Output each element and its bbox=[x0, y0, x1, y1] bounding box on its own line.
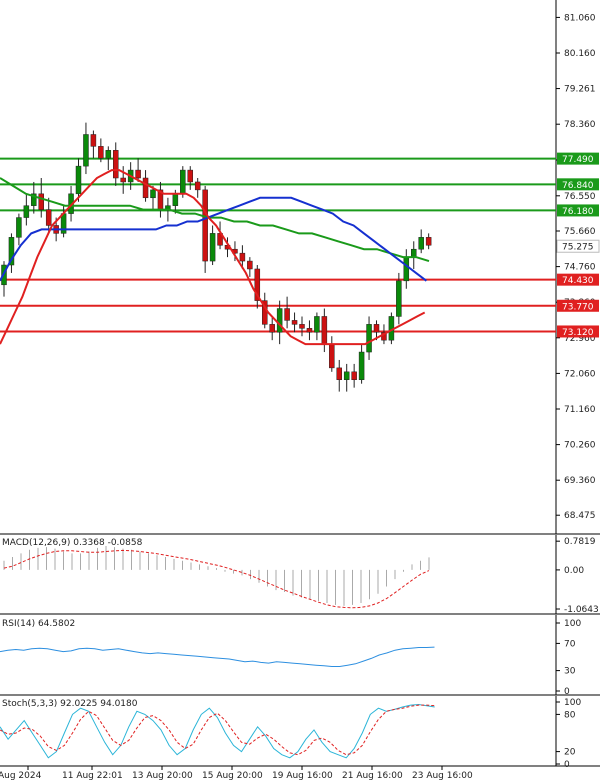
candle-body bbox=[247, 260, 253, 270]
rsi-line bbox=[0, 646, 435, 667]
candle-body bbox=[336, 367, 342, 380]
candle-body bbox=[396, 280, 402, 317]
candle-body bbox=[135, 169, 141, 179]
macd-signal-line bbox=[3, 549, 430, 609]
chart-canvas: 81.06080.16079.26178.36077.45576.55075.6… bbox=[0, 0, 600, 781]
candle-body bbox=[83, 134, 89, 167]
x-tick-label: 23 Aug 16:00 bbox=[412, 771, 473, 780]
candle-body bbox=[343, 371, 350, 380]
candle-body bbox=[351, 371, 357, 380]
price-tick-label: 72.060 bbox=[564, 369, 596, 379]
candle-body bbox=[120, 177, 126, 183]
level-tag-label: 76.840 bbox=[562, 181, 594, 191]
price-tick-label: 69.360 bbox=[564, 476, 596, 486]
x-tick-label: 21 Aug 16:00 bbox=[342, 771, 403, 780]
candle-body bbox=[299, 324, 305, 329]
candle-body bbox=[180, 169, 186, 195]
candle-body bbox=[194, 181, 201, 191]
price-tick-label: 79.261 bbox=[564, 85, 596, 95]
price-tick-label: 78.360 bbox=[564, 120, 596, 130]
x-tick-label: 13 Aug 20:00 bbox=[132, 771, 193, 780]
candle-body bbox=[306, 328, 313, 333]
candle-body bbox=[16, 217, 22, 238]
level-tag-label: 74.430 bbox=[562, 276, 594, 286]
x-tick-label: 15 Aug 20:00 bbox=[202, 771, 263, 780]
main-panel: 81.06080.16079.26178.36077.45576.55075.6… bbox=[0, 0, 600, 535]
candle-body bbox=[329, 343, 335, 369]
candle-body bbox=[45, 209, 52, 226]
candle-body bbox=[276, 308, 283, 333]
level-tag-label: 73.770 bbox=[562, 302, 594, 312]
candle-body bbox=[105, 150, 112, 159]
rsi-tick-label: 30 bbox=[564, 667, 576, 677]
stoch-tick-label: 20 bbox=[564, 748, 576, 758]
x-axis: Aug 2024 11 Aug 22:01 13 Aug 20:00 15 Aug 2… bbox=[0, 766, 473, 781]
candle-body bbox=[23, 205, 30, 218]
stoch-tick-label: 80 bbox=[564, 710, 576, 720]
price-tick-label: 80.160 bbox=[564, 49, 596, 59]
rsi-tick-label: 0 bbox=[564, 687, 570, 697]
price-tick-label: 70.260 bbox=[564, 441, 596, 451]
candle-body bbox=[366, 324, 372, 353]
stoch-tick-label: 100 bbox=[564, 698, 581, 708]
stoch-tick-label: 0 bbox=[564, 760, 570, 770]
macd-tick-label: -1.0643 bbox=[564, 605, 599, 615]
stoch-k-line bbox=[0, 703, 435, 759]
x-tick-label: 11 Aug 22:01 bbox=[62, 771, 123, 780]
macd-tick-label: 0.7819 bbox=[564, 537, 596, 547]
level-tag-label: 76.180 bbox=[562, 207, 594, 217]
candle-body bbox=[187, 169, 193, 183]
price-tick-label: 81.060 bbox=[564, 13, 596, 23]
macd-label: MACD(12,26,9) 0.3368 -0.0858 bbox=[2, 538, 143, 548]
price-tick-label: 76.550 bbox=[564, 192, 596, 202]
candle-body bbox=[373, 324, 380, 333]
candle-body bbox=[284, 308, 290, 321]
candle-body bbox=[239, 252, 246, 262]
candle-body bbox=[209, 233, 216, 262]
candle-body bbox=[269, 324, 275, 333]
candle-body bbox=[172, 193, 179, 206]
candle-body bbox=[418, 237, 424, 250]
stoch-label: Stoch(5,3,3) 92.0225 94.0180 bbox=[2, 699, 138, 709]
candle-body bbox=[403, 256, 410, 282]
rsi-label: RSI(14) 64.5802 bbox=[2, 619, 75, 629]
candle-body bbox=[314, 316, 320, 333]
candle-body bbox=[358, 351, 365, 380]
level-tag-label: 73.120 bbox=[562, 328, 594, 338]
candle-body bbox=[150, 189, 156, 199]
price-tick-label: 68.475 bbox=[564, 511, 596, 521]
candle-body bbox=[321, 316, 328, 345]
macd-tick-label: 0.00 bbox=[564, 566, 584, 576]
x-tick-label: 19 Aug 16:00 bbox=[272, 771, 333, 780]
price-tick-label: 74.760 bbox=[564, 263, 596, 273]
price-tick-label: 75.660 bbox=[564, 227, 596, 237]
level-tag-label: 77.490 bbox=[562, 155, 594, 165]
candle-body bbox=[38, 193, 44, 210]
candle-body bbox=[113, 150, 119, 179]
candle-body bbox=[411, 248, 417, 258]
candle-body bbox=[425, 237, 432, 246]
rsi-panel: 100 70 30 0 bbox=[0, 615, 600, 697]
candle-body bbox=[75, 165, 82, 195]
x-tick-label: Aug 2024 bbox=[0, 771, 42, 780]
candle-body bbox=[291, 320, 298, 325]
candle-body bbox=[90, 134, 97, 147]
candle-body bbox=[98, 146, 104, 159]
candle-body bbox=[142, 177, 149, 199]
price-tick-label: 71.160 bbox=[564, 405, 596, 415]
candle-body bbox=[202, 189, 208, 262]
rsi-tick-label: 100 bbox=[564, 619, 581, 629]
rsi-tick-label: 70 bbox=[564, 639, 576, 649]
current-price-label: 75.275 bbox=[562, 243, 594, 253]
